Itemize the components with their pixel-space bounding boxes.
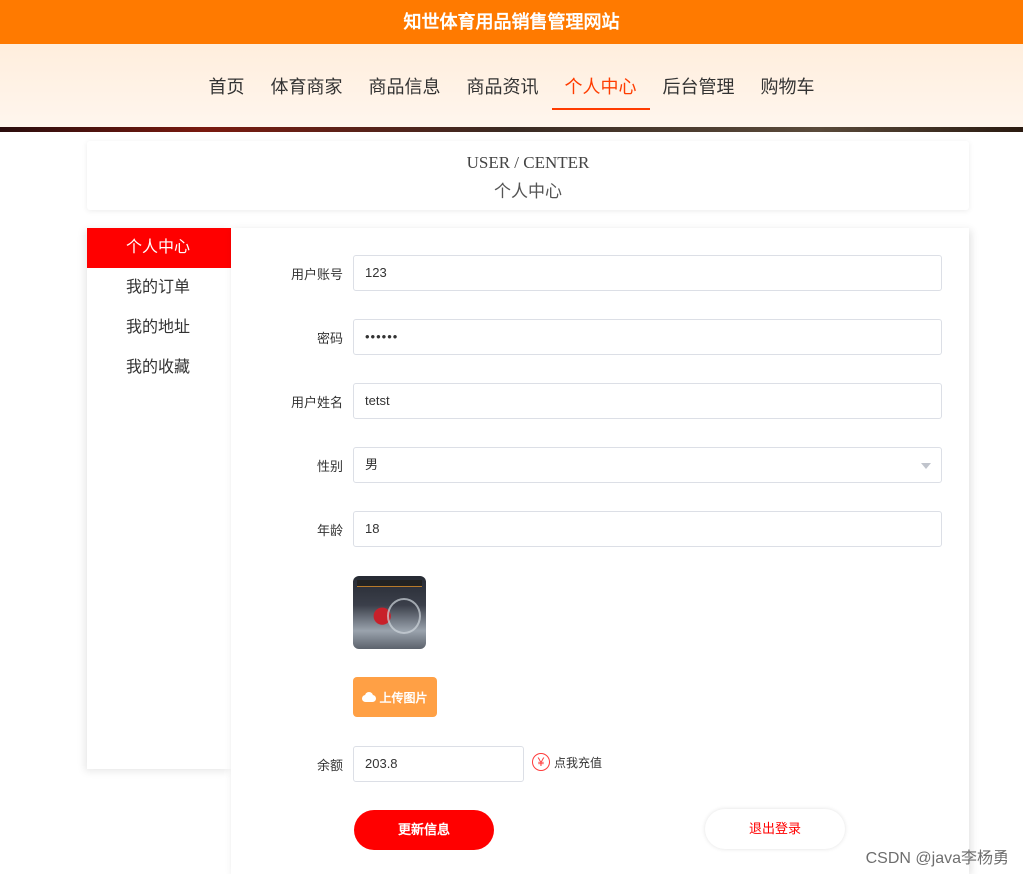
cloud-upload-icon bbox=[362, 692, 377, 702]
gender-label: 性别 bbox=[316, 459, 343, 474]
name-label: 用户姓名 bbox=[290, 395, 343, 410]
account-field[interactable]: 123 bbox=[353, 255, 942, 291]
watermark: CSDN @java李杨勇 bbox=[865, 850, 1009, 867]
nav-cart[interactable]: 购物车 bbox=[748, 70, 828, 104]
sidebar-item-orders[interactable]: 我的订单 bbox=[87, 268, 231, 308]
age-field[interactable]: 18 bbox=[353, 511, 942, 547]
upload-label: 上传图片 bbox=[379, 690, 428, 705]
site-title: 知世体育用品销售管理网站 bbox=[403, 12, 620, 32]
page-header: USER / CENTER 个人中心 bbox=[87, 141, 969, 210]
nav-home[interactable]: 首页 bbox=[196, 70, 258, 104]
avatar-image bbox=[353, 576, 426, 649]
yen-icon: ¥ bbox=[532, 753, 550, 771]
balance-field[interactable]: 203.8 bbox=[353, 746, 524, 782]
sidebar-item-address[interactable]: 我的地址 bbox=[87, 308, 231, 348]
gender-select[interactable]: 男 bbox=[353, 447, 942, 483]
account-label: 用户账号 bbox=[290, 267, 343, 282]
nav-products[interactable]: 商品信息 bbox=[356, 70, 454, 104]
nav-news[interactable]: 商品资讯 bbox=[454, 70, 552, 104]
password-label: 密码 bbox=[316, 331, 343, 346]
recharge-label: 点我充值 bbox=[554, 755, 603, 770]
chevron-down-icon bbox=[921, 463, 931, 469]
page-title-zh: 个人中心 bbox=[494, 182, 562, 201]
recharge-link[interactable]: ¥ 点我充值 bbox=[532, 753, 602, 771]
main-nav: 首页 体育商家 商品信息 商品资讯 个人中心 后台管理 购物车 bbox=[0, 44, 1023, 129]
user-sidebar: 个人中心 我的订单 我的地址 我的收藏 bbox=[87, 228, 231, 769]
password-field[interactable]: •••••• bbox=[353, 319, 942, 355]
nav-user-center[interactable]: 个人中心 bbox=[551, 70, 650, 110]
update-info-button[interactable]: 更新信息 bbox=[354, 810, 494, 850]
site-title-bar: 知世体育用品销售管理网站 bbox=[0, 0, 1023, 44]
name-field[interactable]: tetst bbox=[353, 383, 942, 419]
gender-value: 男 bbox=[365, 457, 379, 472]
age-label: 年龄 bbox=[316, 523, 343, 538]
nav-divider bbox=[0, 127, 1023, 132]
sidebar-item-favorites[interactable]: 我的收藏 bbox=[87, 348, 231, 388]
upload-image-button[interactable]: 上传图片 bbox=[353, 677, 437, 717]
nav-merchants[interactable]: 体育商家 bbox=[258, 70, 356, 104]
logout-button[interactable]: 退出登录 bbox=[705, 809, 845, 849]
page-title-en: USER / CENTER bbox=[466, 153, 590, 172]
balance-label: 余额 bbox=[316, 758, 343, 773]
nav-admin[interactable]: 后台管理 bbox=[650, 70, 748, 104]
sidebar-item-profile[interactable]: 个人中心 bbox=[87, 228, 231, 268]
